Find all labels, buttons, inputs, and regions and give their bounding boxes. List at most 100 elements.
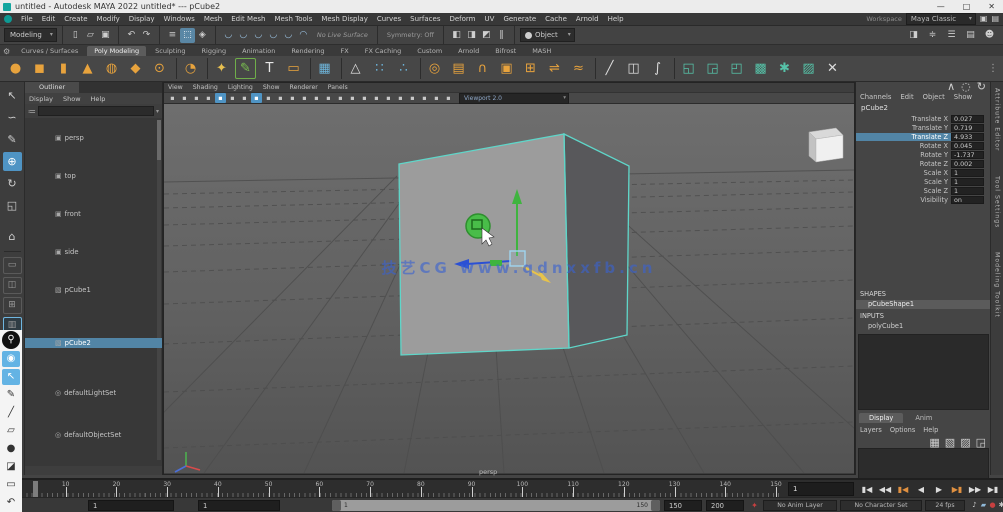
shelf-tab-rendering[interactable]: Rendering bbox=[284, 46, 331, 56]
ep-curve-icon[interactable]: ╱ bbox=[599, 58, 620, 79]
select-component-icon[interactable]: ◈ bbox=[195, 28, 210, 43]
selected-cube-pcube2[interactable] bbox=[398, 132, 630, 356]
retopologize-icon[interactable]: ✱ bbox=[774, 58, 795, 79]
channel-row-translate-x[interactable]: Translate X 0.027 bbox=[856, 114, 991, 123]
undo-stroke-icon[interactable]: ↶ bbox=[2, 495, 20, 511]
make-live-icon[interactable]: ◠ bbox=[296, 28, 311, 43]
multi-cut-icon[interactable]: △ bbox=[345, 58, 366, 79]
playback-end-field[interactable]: 200 bbox=[706, 500, 744, 511]
anim-start-field[interactable]: 1 bbox=[198, 500, 280, 511]
distant-cube-pcube1[interactable] bbox=[808, 127, 844, 163]
snap-to-projected-center-icon[interactable]: ◡ bbox=[266, 28, 281, 43]
go-to-end-button[interactable]: ▶▮ bbox=[984, 485, 1002, 494]
channel-row-scale-x[interactable]: Scale X1 bbox=[856, 168, 991, 177]
render-current-frame-icon[interactable]: ◨ bbox=[464, 28, 479, 43]
layout-single-pane-icon[interactable]: ▭ bbox=[2, 257, 22, 274]
layer-menu-layers[interactable]: Layers bbox=[860, 426, 882, 434]
lasso-tool-icon[interactable]: ∽ bbox=[3, 108, 22, 127]
channel-row-visibility[interactable]: Visibility on bbox=[856, 195, 991, 204]
outliner-item-defaultObjectSet[interactable]: ◎ defaultObjectSet bbox=[25, 430, 162, 440]
new-layer-icon[interactable]: ▨ bbox=[960, 437, 970, 448]
extrude-icon[interactable]: ◎ bbox=[424, 58, 445, 79]
channel-box-menu-show[interactable]: Show bbox=[954, 93, 972, 101]
safe-title-icon[interactable]: ▪ bbox=[323, 93, 334, 103]
snap-to-point-icon[interactable]: ◡ bbox=[251, 28, 266, 43]
line-tool-icon[interactable]: ╱ bbox=[2, 405, 20, 421]
menu-windows[interactable]: Windows bbox=[164, 15, 195, 23]
multisample-aa-icon[interactable]: ▪ bbox=[419, 93, 430, 103]
layout-four-pane-icon[interactable]: ⊞ bbox=[2, 297, 22, 314]
channel-row-translate-y[interactable]: Translate Y 0.719 bbox=[856, 123, 991, 132]
highlighter-tool-icon[interactable]: ▱ bbox=[2, 423, 20, 439]
channel-value-field[interactable]: on bbox=[951, 195, 984, 204]
shelf-tab-sculpting[interactable]: Sculpting bbox=[148, 46, 192, 56]
outliner-tab[interactable]: Outliner bbox=[25, 82, 80, 93]
channel-value-field[interactable]: 0.045 bbox=[951, 141, 984, 150]
redo-icon[interactable]: ↷ bbox=[139, 28, 154, 43]
layer-tab-display[interactable]: Display bbox=[859, 413, 904, 423]
anim-layer-dropdown[interactable]: No Anim Layer bbox=[763, 500, 837, 511]
outliner-item-pCube1[interactable]: ▧ pCube1 bbox=[25, 285, 162, 295]
anim-end-field[interactable]: 150 bbox=[664, 500, 702, 511]
motion-blur-icon[interactable]: ▪ bbox=[407, 93, 418, 103]
outliner-menu-help[interactable]: Help bbox=[91, 95, 106, 103]
paint-select-tool-icon[interactable]: ✎ bbox=[3, 130, 22, 149]
bevel-icon[interactable]: ▤ bbox=[448, 58, 469, 79]
step-back-frame-button[interactable]: ◀◀ bbox=[876, 485, 894, 494]
chevron-down-icon[interactable]: ▾ bbox=[156, 108, 159, 115]
create-polygon-icon[interactable]: ∴ bbox=[393, 58, 414, 79]
channel-box-menu-edit[interactable]: Edit bbox=[900, 93, 913, 101]
maximize-button[interactable]: □ bbox=[963, 2, 971, 11]
channel-value-field[interactable]: 4.933 bbox=[951, 132, 984, 141]
boolean-union-icon[interactable]: ◱ bbox=[678, 58, 699, 79]
poly-cube-icon[interactable]: ◼ bbox=[29, 58, 50, 79]
menu-surfaces[interactable]: Surfaces bbox=[410, 15, 440, 23]
rotate-tool-icon[interactable]: ↻ bbox=[3, 174, 22, 193]
shelf-tab-arnold[interactable]: Arnold bbox=[451, 46, 486, 56]
channel-box-object-name[interactable]: pCube2 bbox=[856, 102, 990, 114]
menu-edit-mesh[interactable]: Edit Mesh bbox=[231, 15, 265, 23]
pen-tool-icon[interactable]: ✎ bbox=[2, 387, 20, 403]
outliner-item-top[interactable]: ▣ top bbox=[25, 171, 162, 181]
play-backwards-button[interactable]: ◀ bbox=[912, 485, 930, 494]
channel-value-field[interactable]: 0.719 bbox=[951, 123, 984, 132]
current-frame-field[interactable]: 1 bbox=[788, 482, 854, 496]
scale-tool-icon[interactable]: ◱ bbox=[3, 196, 22, 215]
outliner-menu-show[interactable]: Show bbox=[63, 95, 81, 103]
step-back-key-button[interactable]: ▮◀ bbox=[894, 485, 912, 494]
snap-to-view-plane-icon[interactable]: ◡ bbox=[281, 28, 296, 43]
2d-pan-zoom-icon[interactable]: ▪ bbox=[227, 93, 238, 103]
viewport-canvas[interactable]: 技艺CG www.qdnxxfb.cn persp bbox=[103, 104, 905, 476]
manip-update-icon[interactable]: ↻ bbox=[977, 81, 986, 92]
show-hide-eye-icon[interactable]: ◉ bbox=[2, 351, 20, 367]
channel-row-translate-z[interactable]: Translate Z 4.933 bbox=[856, 132, 991, 141]
viewport-menu-lighting[interactable]: Lighting bbox=[228, 84, 253, 91]
channel-value-field[interactable]: 1 bbox=[951, 186, 984, 195]
time-slider[interactable]: 1102030405060708090100110120130140150 1 … bbox=[0, 478, 1003, 499]
textured-icon[interactable]: ▪ bbox=[359, 93, 370, 103]
film-gate-icon[interactable]: ▪ bbox=[263, 93, 274, 103]
shape-node[interactable]: pCubeShape1 bbox=[856, 300, 991, 309]
shelf-tab-mash[interactable]: MASH bbox=[525, 46, 558, 56]
ipr-render-icon[interactable]: ◩ bbox=[479, 28, 494, 43]
outliner-toggle-icon[interactable]: ▤ bbox=[963, 28, 978, 43]
image-plane-icon[interactable]: ▪ bbox=[215, 93, 226, 103]
duplicate-face-icon[interactable]: ⊞ bbox=[520, 58, 541, 79]
ambient-occlusion-icon[interactable]: ▪ bbox=[395, 93, 406, 103]
viewport-menu-shading[interactable]: Shading bbox=[193, 84, 218, 91]
menu-mesh-tools[interactable]: Mesh Tools bbox=[274, 15, 312, 23]
xray-icon[interactable]: ▪ bbox=[443, 93, 454, 103]
shape-tool-icon[interactable]: ▭ bbox=[2, 477, 20, 493]
layer-menu-help[interactable]: Help bbox=[923, 426, 938, 434]
viewport-menu-show[interactable]: Show bbox=[263, 84, 280, 91]
menu-modify[interactable]: Modify bbox=[97, 15, 120, 23]
poly-plane-icon[interactable]: ◆ bbox=[125, 58, 146, 79]
menu-generate[interactable]: Generate bbox=[503, 15, 536, 23]
step-forward-key-button[interactable]: ▶▮ bbox=[948, 485, 966, 494]
menu-display[interactable]: Display bbox=[129, 15, 155, 23]
character-key-icon[interactable]: ✦ bbox=[748, 499, 761, 512]
menu-help[interactable]: Help bbox=[608, 15, 624, 23]
channel-row-rotate-z[interactable]: Rotate Z 0.002 bbox=[856, 159, 991, 168]
go-to-start-button[interactable]: ▮◀ bbox=[858, 485, 876, 494]
renderer-badge[interactable]: Viewport 2.0 bbox=[459, 92, 569, 104]
